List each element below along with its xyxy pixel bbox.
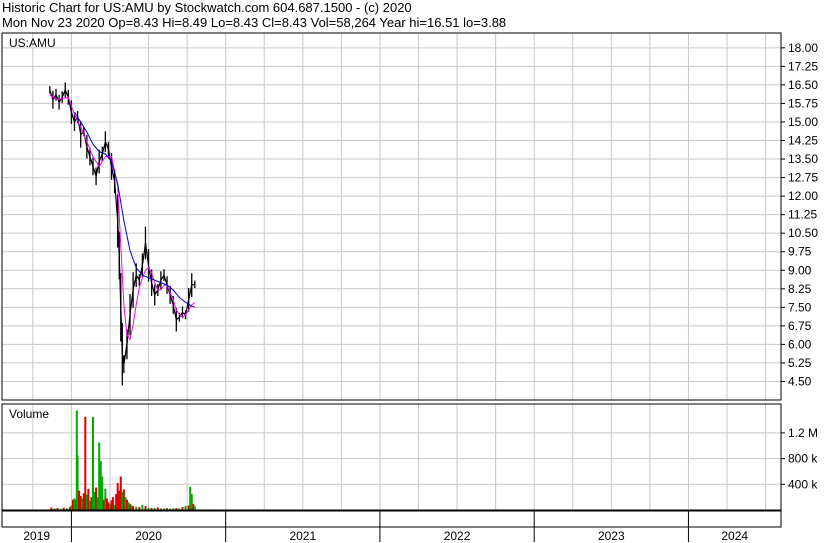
price-tick-label: 12.75 [788,171,818,185]
axis-ticks: 18.00 17.25 16.50 15.75 15.00 14.25 13.50 12.75… [23,41,818,543]
volume-bar [193,506,196,510]
long-moving-average-line [74,111,195,308]
price-tick-label: 18.00 [788,41,818,55]
price-tick-label: 9.00 [788,263,812,277]
year-label: 2020 [135,529,162,543]
price-tick-label: 7.50 [788,300,812,314]
price-tick-label: 16.50 [788,78,818,92]
price-tick-label: 15.00 [788,115,818,129]
volume-tick-label: 1.2 M [788,426,818,440]
price-tick-label: 6.00 [788,337,812,351]
price-panel-label: US:AMU [9,36,56,50]
price-tick-label: 13.50 [788,152,818,166]
price-tick-label: 6.75 [788,319,812,333]
price-volume-chart: 18.00 17.25 16.50 15.75 15.00 14.25 13.50 12.75… [1,32,818,543]
price-tick-label: 5.25 [788,356,812,370]
price-tick-label: 10.50 [788,226,818,240]
price-tick-label: 8.25 [788,282,812,296]
price-tick-label: 4.50 [788,374,812,388]
volume-bar [141,504,144,510]
year-label: 2019 [23,529,50,543]
year-label: 2024 [721,529,748,543]
volume-tick-label: 800 k [788,452,818,466]
price-tick-label: 14.25 [788,134,818,148]
price-tick-label: 17.25 [788,59,818,73]
volume-panel-label: Volume [9,407,49,421]
price-tick-label: 9.75 [788,245,812,259]
year-label: 2021 [289,529,316,543]
price-tick-label: 12.00 [788,189,818,203]
price-tick-label: 11.25 [788,208,817,222]
year-axis-frame [1,510,782,528]
volume-bar [132,506,135,510]
year-label: 2023 [598,529,625,543]
price-tick-label: 15.75 [788,96,818,110]
volume-bar [184,506,187,510]
volume-tick-label: 400 k [788,477,818,491]
volume-bar [144,506,147,510]
volume-bars [50,410,196,510]
panel-frames [1,32,782,528]
year-label: 2022 [444,529,471,543]
